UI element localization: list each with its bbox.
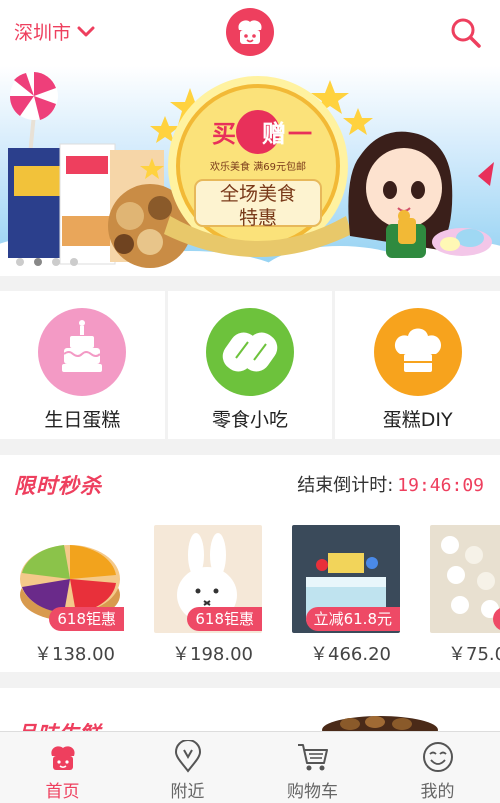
- tab-cart[interactable]: 购物车: [250, 732, 375, 803]
- category-grid: 生日蛋糕 零食小吃 蛋糕DIY: [0, 291, 500, 439]
- category-label: 生日蛋糕: [44, 409, 121, 431]
- tab-label: 我的: [420, 782, 455, 802]
- chevron-down-icon: [77, 26, 95, 36]
- tab-profile[interactable]: 我的: [375, 732, 500, 803]
- shopping-cart-icon: [297, 744, 328, 771]
- snack-boxes-image: [8, 143, 192, 268]
- product-card[interactable]: 618 ￥75.0: [430, 525, 500, 672]
- flash-sale-product-list[interactable]: 618钜惠 ￥138.00 618钜惠 ￥198.00 立减61.8元 ￥466…: [16, 525, 500, 672]
- banner-subtitle: 欢乐美食 满69元包邮: [210, 162, 306, 173]
- carousel-dot[interactable]: [34, 258, 42, 266]
- discount-badge: 618钜惠: [187, 607, 262, 631]
- location-pin-icon: [174, 740, 201, 773]
- banner-main-line-2: 特惠: [238, 207, 277, 229]
- tab-label: 购物车: [287, 782, 338, 802]
- snack-icon: [206, 308, 294, 396]
- tab-home[interactable]: 首页: [0, 732, 125, 803]
- countdown-timer: 结束倒计时: 19:46:09: [297, 471, 484, 497]
- city-selector[interactable]: 深圳市: [14, 18, 95, 45]
- discount-badge: 618钜惠: [49, 607, 124, 631]
- category-cake-diy[interactable]: 蛋糕DIY: [335, 291, 500, 439]
- home-page: 深圳市 买一赠一 欢乐美食 满69元包邮 全场美食 特惠 生日蛋糕 零食小吃 蛋…: [0, 0, 500, 803]
- tab-label: 附近: [170, 782, 205, 802]
- category-snacks[interactable]: 零食小吃: [167, 291, 333, 439]
- product-price: ￥75.0: [448, 644, 500, 665]
- banner-headline-text-2: 赠: [262, 119, 286, 148]
- product-card[interactable]: 618钜惠 ￥138.00: [16, 525, 124, 672]
- category-birthday-cake[interactable]: 生日蛋糕: [0, 291, 165, 439]
- search-button[interactable]: [450, 17, 482, 53]
- top-bar: 深圳市: [0, 0, 500, 66]
- carousel-indicator: [16, 258, 78, 266]
- banner-headline-text-3: 一: [288, 119, 312, 148]
- banner-headline: 买一赠一: [202, 114, 322, 149]
- next-section-peek: 品味生鲜: [0, 688, 500, 733]
- carousel-dot[interactable]: [70, 258, 78, 266]
- tab-nearby[interactable]: 附近: [125, 732, 250, 803]
- promo-banner[interactable]: 买一赠一 欢乐美食 满69元包邮 全场美食 特惠: [0, 66, 500, 276]
- countdown-label: 结束倒计时:: [297, 475, 394, 496]
- cookie-image: [430, 525, 500, 633]
- tab-label: 首页: [45, 782, 80, 802]
- flash-sale-title: 限时秒杀: [14, 474, 102, 498]
- city-label: 深圳市: [14, 22, 72, 44]
- bottom-tab-bar: 首页 附近 购物车 我的: [0, 731, 500, 803]
- nuts-image: [322, 716, 438, 733]
- product-price: ￥198.00: [172, 644, 253, 665]
- flash-sale-section: 限时秒杀 结束倒计时: 19:46:09 618钜惠 ￥138.00 618钜惠…: [0, 455, 500, 672]
- banner-main-line-1: 全场美食: [219, 183, 296, 205]
- search-icon: [451, 18, 481, 48]
- product-price: ￥466.20: [310, 644, 391, 665]
- category-label: 零食小吃: [212, 409, 289, 431]
- countdown-time: 19:46:09: [397, 475, 484, 496]
- discount-badge: 立减61.8元: [305, 607, 400, 631]
- carousel-dot[interactable]: [16, 258, 24, 266]
- category-label: 蛋糕DIY: [382, 409, 453, 431]
- product-card[interactable]: 立减61.8元 ￥466.20: [292, 525, 400, 672]
- app-logo-icon: [226, 8, 274, 56]
- product-card[interactable]: 618钜惠 ￥198.00: [154, 525, 262, 672]
- product-price: ￥138.00: [34, 644, 115, 665]
- chef-hat-icon: [373, 308, 462, 396]
- birthday-cake-icon: [38, 308, 127, 396]
- banner-headline-text-1: 买一: [212, 119, 260, 148]
- carousel-dot[interactable]: [52, 258, 60, 266]
- smiley-face-icon: [422, 742, 453, 772]
- home-cake-icon: [50, 746, 75, 770]
